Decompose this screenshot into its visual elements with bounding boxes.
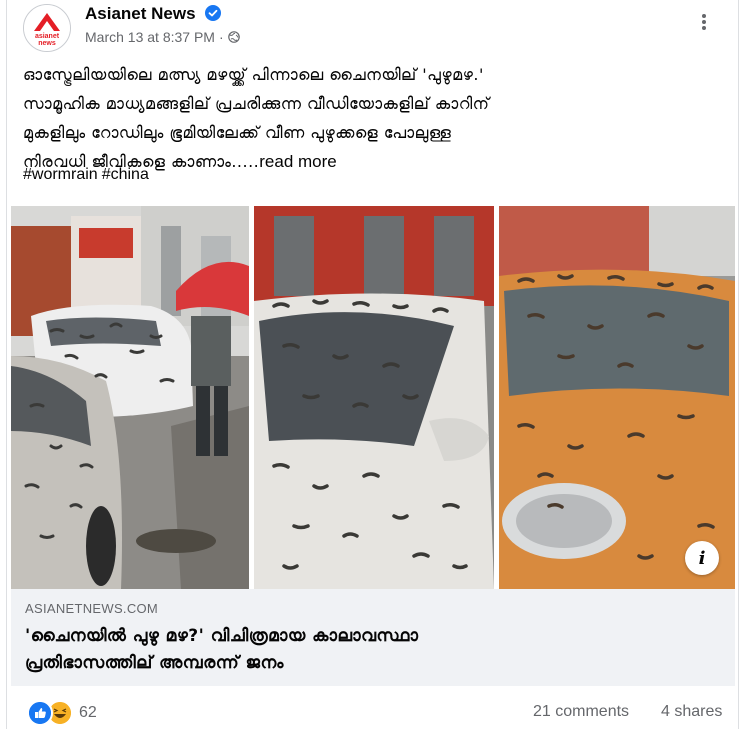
post-body: ഓസ്ട്രേലിയയിലെ മത്സ്യ മഴയ്ക്ക് പിന്നാലെ … (23, 60, 723, 176)
asianet-logo: asianet news (24, 5, 70, 51)
hashtag-china[interactable]: #china (102, 166, 149, 183)
post-meta: March 13 at 8:37 PM · (85, 29, 240, 45)
page-name[interactable]: Asianet News (85, 4, 196, 24)
info-button[interactable]: i (685, 541, 719, 575)
page-avatar[interactable]: asianet news (23, 4, 71, 52)
shares-count[interactable]: 4 shares (661, 703, 722, 721)
link-title-line: 'ചൈനയിൽ പുഴു മഴ?' വിചിത്രമായ കാലാവസ്ഥാ (25, 626, 419, 646)
info-icon: i (698, 547, 706, 569)
link-domain: ASIANETNEWS.COM (25, 601, 159, 616)
image-panel-white-car (254, 206, 494, 589)
post-image[interactable]: i (11, 206, 735, 589)
read-more-link[interactable]: read more (259, 152, 336, 171)
comments-count[interactable]: 21 comments (533, 703, 629, 721)
image-panel-street (11, 206, 249, 589)
meta-separator: · (218, 29, 224, 45)
more-options-icon (702, 14, 706, 30)
link-title-line: പ്രതിഭാസത്തില് അമ്പരന്ന് ജനം (25, 653, 284, 673)
post-line: മുകളിലും റോഡിലും ഭൂമിയിലേക്ക് വീണ പുഴുക്… (23, 123, 452, 142)
post-line: ഓസ്ട്രേലിയയിലെ മത്സ്യ മഴയ്ക്ക് പിന്നാലെ … (23, 65, 484, 84)
link-title: 'ചൈനയിൽ പുഴു മഴ?' വിചിത്രമായ കാലാവസ്ഥാ പ… (25, 623, 715, 677)
reaction-count: 62 (79, 704, 97, 721)
post-line: സാമൂഹിക മാധ്യമങ്ങളില് പ്രചരിക്കുന്ന വീഡി… (23, 94, 490, 113)
post-timestamp[interactable]: March 13 at 8:37 PM (85, 29, 215, 45)
image-panel-orange-car: i (499, 206, 735, 589)
post-card: asianet news Asianet News March 13 at 8:… (6, 0, 739, 729)
svg-text:news: news (38, 40, 56, 47)
more-options-button[interactable] (692, 10, 716, 34)
hashtag-wormrain[interactable]: #wormrain (23, 166, 98, 183)
like-reaction-icon (27, 700, 53, 726)
verified-badge-icon (205, 5, 221, 21)
reactions-summary[interactable]: 62 (27, 700, 97, 726)
link-preview[interactable]: ASIANETNEWS.COM 'ചൈനയിൽ പുഴു മഴ?' വിചിത്… (11, 589, 735, 686)
globe-icon[interactable] (227, 31, 240, 43)
svg-text:asianet: asianet (35, 33, 60, 40)
hashtags: #wormrain #china (23, 166, 153, 184)
